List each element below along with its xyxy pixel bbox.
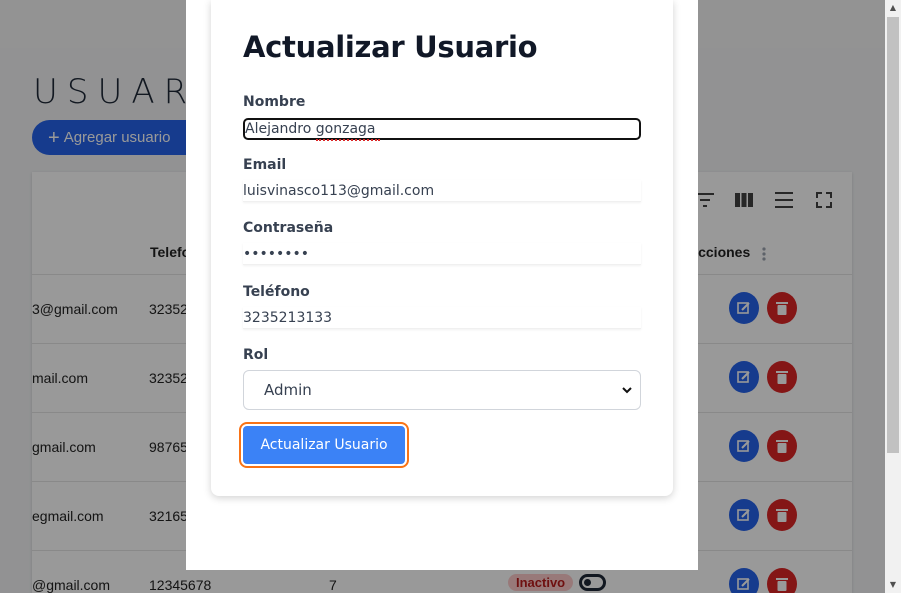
telefono-label: Teléfono xyxy=(243,284,310,300)
telefono-field[interactable] xyxy=(243,307,641,329)
rol-label: Rol xyxy=(243,347,269,363)
scrollbar-thumb[interactable] xyxy=(887,17,899,453)
rol-select[interactable]: Admin xyxy=(243,370,641,410)
password-field[interactable] xyxy=(243,243,641,265)
scroll-down-icon[interactable]: ▼ xyxy=(885,577,901,593)
email-field[interactable] xyxy=(243,180,641,202)
spellcheck-underline xyxy=(316,138,380,141)
scroll-up-icon[interactable]: ▲ xyxy=(885,0,901,16)
rol-selected-value: Admin xyxy=(264,381,312,399)
password-label: Contraseña xyxy=(243,220,334,236)
modal-title: Actualizar Usuario xyxy=(243,30,538,64)
update-user-button[interactable]: Actualizar Usuario xyxy=(239,422,409,468)
chevron-down-icon xyxy=(622,387,632,394)
nombre-label: Nombre xyxy=(243,94,306,110)
nombre-field[interactable] xyxy=(243,118,641,140)
email-label: Email xyxy=(243,157,287,173)
